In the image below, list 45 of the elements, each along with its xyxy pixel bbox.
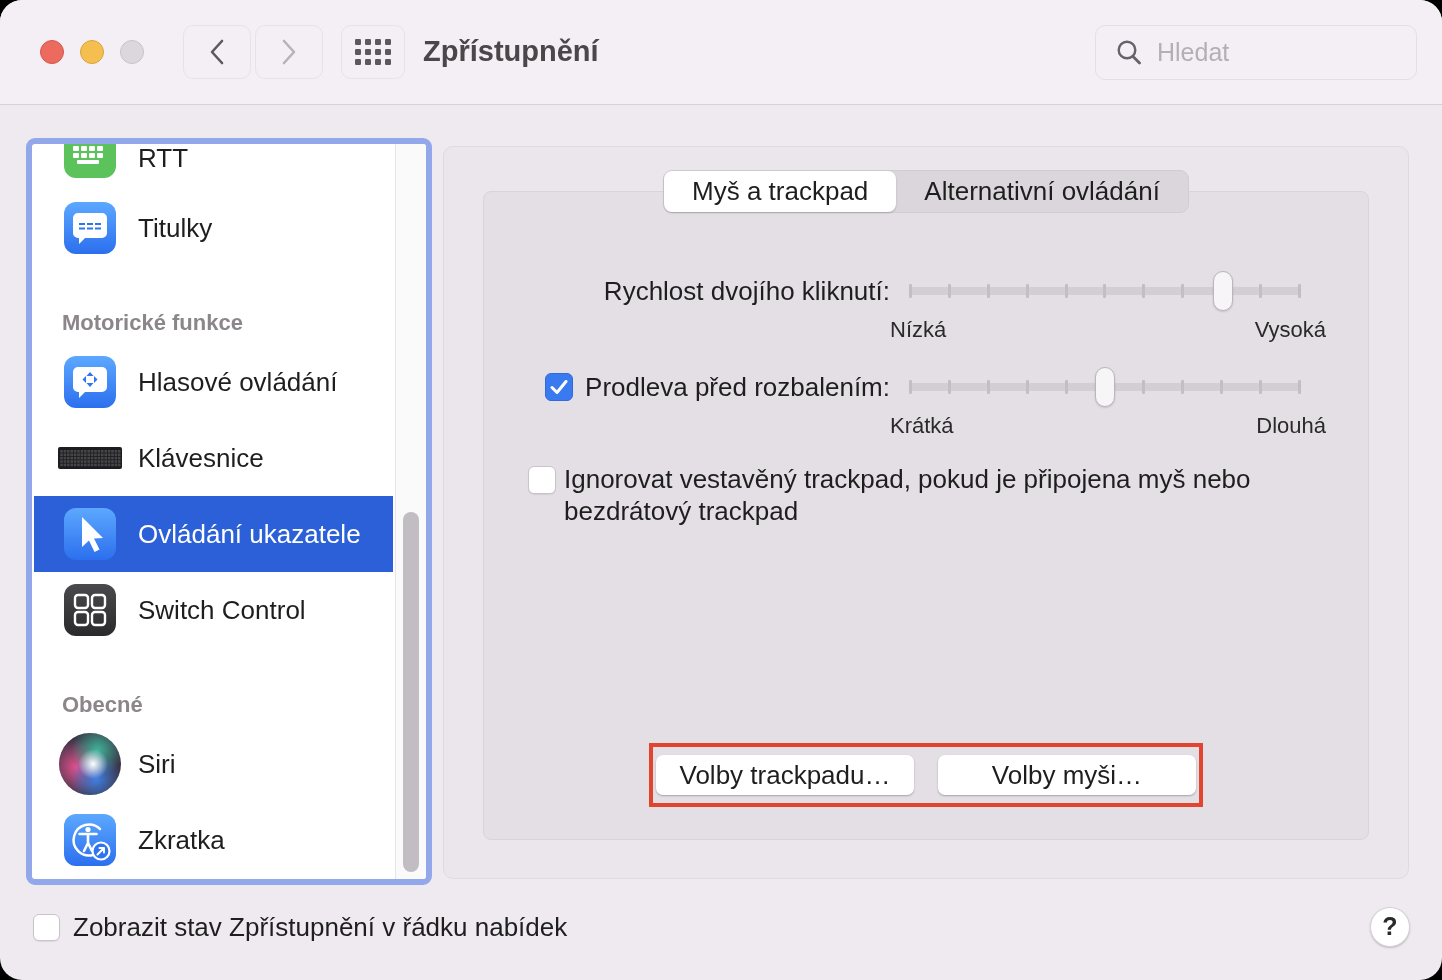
tab[interactable]: Alternativní ovládání xyxy=(896,171,1188,212)
window-title: Zpřístupnění xyxy=(423,34,599,70)
captions-bubble-icon xyxy=(64,202,116,254)
slider-max-label: Vysoká xyxy=(1254,318,1326,342)
checkbox[interactable] xyxy=(545,373,574,401)
checkbox[interactable] xyxy=(528,466,556,494)
sidebar-item[interactable]: Ovládání ukazatele xyxy=(34,496,393,572)
slider-max-label: Dlouhá xyxy=(1256,414,1326,438)
search-icon xyxy=(1117,39,1141,65)
sidebar-item[interactable]: Switch Control xyxy=(34,572,393,648)
sidebar-item[interactable]: RTT xyxy=(34,144,393,190)
scrollbar-thumb[interactable] xyxy=(403,512,419,872)
checkbox[interactable] xyxy=(33,913,60,941)
checkbox-label: Ignorovat vestavěný trackpad, pokud je připojena myš nebo bezdrátový trackpad xyxy=(564,463,1252,527)
checkbox-label: Zobrazit stav Zpřístupnění v řádku nabídek xyxy=(73,910,568,944)
search-field[interactable]: Hledat xyxy=(1095,24,1417,80)
slider-label: Rychlost dvojího kliknutí: xyxy=(603,274,890,308)
dots-grid-icon xyxy=(355,39,391,65)
close-button[interactable] xyxy=(40,40,64,64)
sidebar-item[interactable]: Klávesnice xyxy=(34,420,393,496)
back-button[interactable] xyxy=(183,25,251,79)
four-squares-icon xyxy=(64,584,116,636)
slider-thumb[interactable] xyxy=(1095,367,1115,407)
sidebar-item[interactable]: Zkratka xyxy=(34,802,393,878)
section-header: Motorické funkce xyxy=(62,309,243,337)
help-button[interactable]: ? xyxy=(1370,907,1410,947)
show-all-button[interactable] xyxy=(341,25,405,79)
sidebar-item[interactable]: Hlasové ovládání xyxy=(34,344,393,420)
section-header: Obecné xyxy=(62,691,143,719)
options-button[interactable]: Volby trackpadu… xyxy=(656,755,914,795)
speech-bubble-arrows-icon xyxy=(64,356,116,408)
options-button[interactable]: Volby myši… xyxy=(938,755,1196,795)
tab[interactable]: Myš a trackpad xyxy=(664,171,897,212)
accessibility-shortcut-icon xyxy=(64,814,116,866)
slider-min-label: Nízká xyxy=(890,318,947,342)
zoom-button[interactable] xyxy=(120,40,144,64)
checkmark-icon xyxy=(550,379,569,395)
slider-label: Prodleva před rozbalením: xyxy=(585,370,890,404)
minimize-button[interactable] xyxy=(80,40,104,64)
keys-tile-icon xyxy=(64,144,116,178)
slider-min-label: Krátká xyxy=(890,414,954,438)
sidebar-item[interactable]: Titulky xyxy=(34,190,393,266)
keyboard-icon xyxy=(58,447,122,469)
sidebar-item[interactable]: Siri xyxy=(34,726,393,802)
slider-thumb[interactable] xyxy=(1212,271,1233,311)
